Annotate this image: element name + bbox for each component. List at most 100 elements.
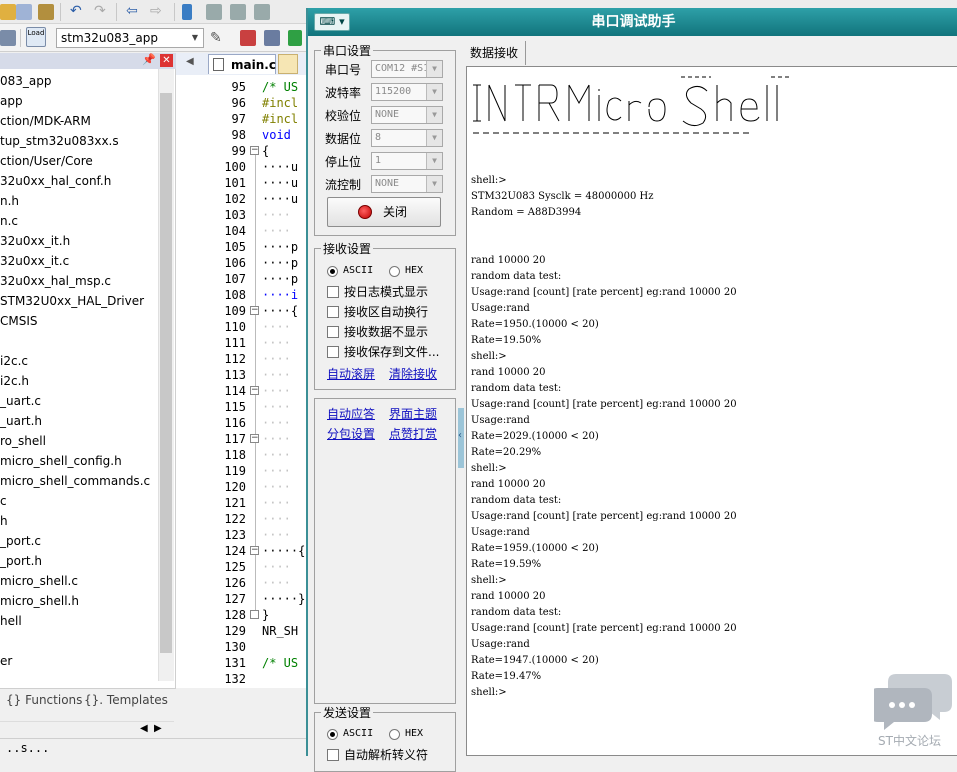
packet-settings-link[interactable]: 分包设置 [327,425,375,443]
redo-icon[interactable]: ↷ [94,3,110,19]
line-number: 103 [224,208,246,222]
tab-data-receive[interactable]: 数据接收 [466,41,526,65]
tab-main-c[interactable]: main.c [208,54,276,74]
tree-item[interactable]: hell [0,611,22,631]
auto-scroll-link[interactable]: 自动滚屏 [327,365,375,383]
scroll-left-icon[interactable]: ◀ [140,723,148,734]
tree-item[interactable]: ro_shell [0,431,46,451]
tab-next-file[interactable] [278,54,298,74]
build-icon[interactable] [0,30,16,46]
tree-item[interactable]: _uart.c [0,391,41,411]
clear-receive-link[interactable]: 清除接收 [389,365,437,383]
port-label: 串口号 [325,63,362,77]
bookmark-icon[interactable] [182,4,192,20]
target-select[interactable]: stm32u083_app ▼ [56,28,204,48]
port-select[interactable]: COM12 #S1 ▼ [371,60,443,78]
system-menu-button[interactable]: ⌨ ▾ [314,13,350,31]
escape-parse-checkbox[interactable] [327,749,339,761]
panel-splitter[interactable]: ‹ [458,408,464,468]
tree-item[interactable]: tup_stm32u083xx.s [0,131,119,151]
copy-icon[interactable] [16,4,32,20]
fold-toggle-icon[interactable]: − [250,306,259,315]
project-scroll-thumb[interactable] [160,93,172,653]
recv-hex-radio[interactable] [389,266,400,277]
tree-item[interactable]: CMSIS [0,311,38,331]
tree-item[interactable]: er [0,651,12,671]
parity-select[interactable]: NONE ▼ [371,106,443,124]
tree-item[interactable]: micro_shell.h [0,591,79,611]
tree-item[interactable]: 32u0xx_hal_msp.c [0,271,111,291]
bookmark-clear-icon[interactable] [254,4,270,20]
project-horizontal-scrollbar[interactable]: ◀ ▶ [0,721,174,737]
tree-item[interactable]: 32u0xx_hal_conf.h [0,171,111,191]
collapse-arrow-icon[interactable]: ‹ [458,430,462,441]
tree-item[interactable]: _port.h [0,551,42,571]
tip-link[interactable]: 点赞打赏 [389,425,437,443]
fold-toggle-icon[interactable]: − [250,434,259,443]
load-icon[interactable]: Load [26,27,46,47]
bookmark-next-icon[interactable] [230,4,246,20]
code-line: ···· [262,512,291,526]
auto-wrap-checkbox[interactable] [327,306,339,318]
folder-icon[interactable] [0,4,16,20]
file-extensions-icon[interactable] [264,30,280,46]
tree-item[interactable]: 083_app [0,71,52,91]
tree-item[interactable]: n.h [0,191,19,211]
tree-item[interactable]: app [0,91,23,111]
tree-item[interactable]: _port.c [0,531,41,551]
tab-functions[interactable]: {} Functions [6,691,82,709]
stopbits-select[interactable]: 1 ▼ [371,152,443,170]
close-port-button[interactable]: 关闭 [327,197,441,227]
nav-back-icon[interactable]: ⇦ [126,3,142,19]
tree-item[interactable]: c [0,491,7,511]
manage-components-icon[interactable] [240,30,256,46]
tree-item[interactable]: ction/User/Core [0,151,93,171]
fold-toggle-icon[interactable]: − [250,146,259,155]
chevron-down-icon: ▼ [191,33,199,42]
paste-icon[interactable] [38,4,54,20]
log-mode-checkbox[interactable] [327,286,339,298]
undo-icon[interactable]: ↶ [70,3,86,19]
receive-line: random data test: [471,495,562,506]
tree-item[interactable]: micro_shell.c [0,571,78,591]
tree-item[interactable]: h [0,511,8,531]
fold-toggle-icon[interactable]: − [250,546,259,555]
tree-item[interactable]: 32u0xx_it.c [0,251,69,271]
tree-item[interactable]: n.c [0,211,18,231]
code-line: ····u [262,192,299,206]
save-file-checkbox[interactable] [327,346,339,358]
line-number: 98 [231,128,246,142]
tree-item[interactable]: i2c.c [0,351,28,371]
nav-forward-icon[interactable]: ⇨ [150,3,166,19]
baud-select[interactable]: 115200 ▼ [371,83,443,101]
send-ascii-radio[interactable] [327,729,338,740]
theme-link[interactable]: 界面主题 [389,405,437,423]
tree-item[interactable]: 32u0xx_it.h [0,231,70,251]
fold-toggle-icon[interactable]: − [250,386,259,395]
tree-item[interactable]: i2c.h [0,371,29,391]
receive-text-area[interactable]: shell:> STM32U083 Sysclk = 48000000 Hz Ran… [466,66,957,756]
databits-select[interactable]: 8 ▼ [371,129,443,147]
fold-toggle-icon[interactable] [250,610,259,619]
options-wand-icon[interactable]: ✎ [210,30,226,46]
close-icon[interactable]: ✕ [160,54,173,67]
recv-ascii-radio[interactable] [327,266,338,277]
tree-item[interactable]: ction/MDK-ARM [0,111,91,131]
pin-icon[interactable]: 📌 [142,53,156,66]
bookmark-prev-icon[interactable] [206,4,222,20]
packs-icon[interactable] [288,30,302,46]
tree-item[interactable]: _uart.h [0,411,42,431]
tree-item[interactable]: micro_shell_commands.c [0,471,150,491]
hide-data-checkbox[interactable] [327,326,339,338]
title-bar[interactable]: 串口调试助手 ⌨ ▾ [308,8,957,36]
receive-line: Usage:rand [count] [rate percent] eg:ran… [471,399,737,410]
auto-reply-link[interactable]: 自动应答 [327,405,375,423]
tab-templates[interactable]: {}. Templates [84,691,168,709]
flow-select[interactable]: NONE ▼ [371,175,443,193]
send-hex-radio[interactable] [389,729,400,740]
code-line: ···· [262,208,291,222]
scroll-right-icon[interactable]: ▶ [154,723,162,734]
tab-scroll-left-icon[interactable]: ◀ [186,56,194,67]
tree-item[interactable]: micro_shell_config.h [0,451,122,471]
tree-item[interactable]: STM32U0xx_HAL_Driver [0,291,144,311]
